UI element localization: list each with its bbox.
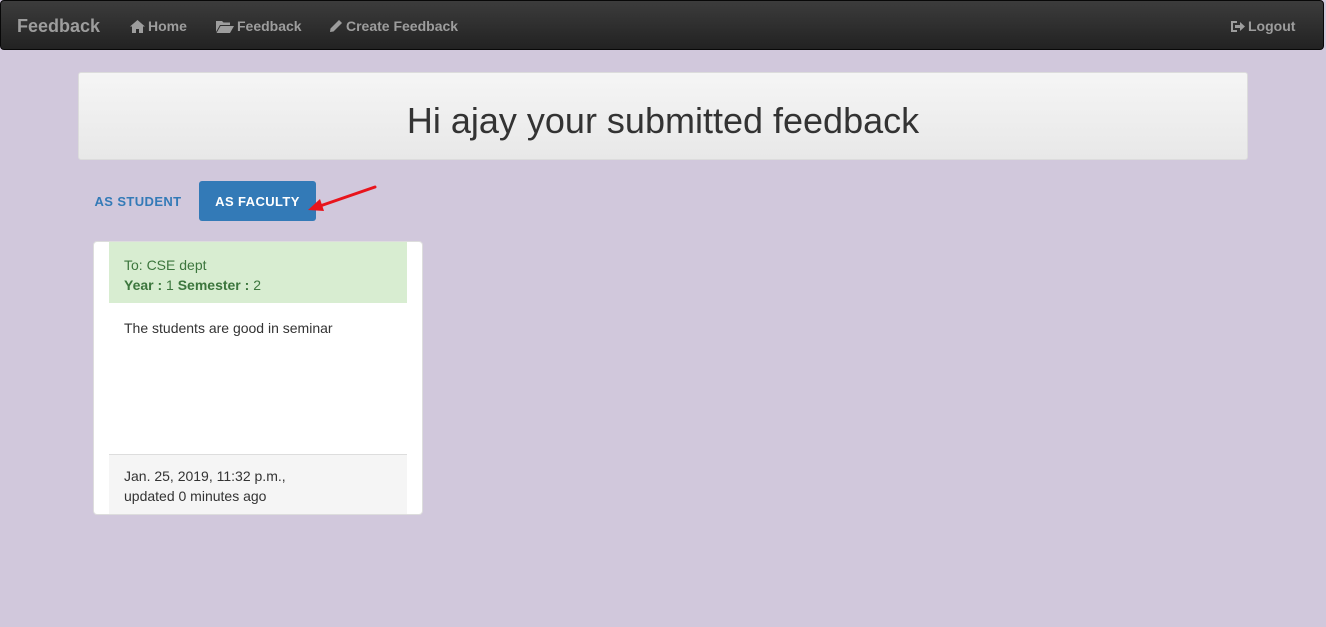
feedback-card-footer: Jan. 25, 2019, 11:32 p.m., updated 0 min… bbox=[109, 454, 407, 514]
year-label: Year : bbox=[124, 277, 163, 293]
feedback-card-header: To: CSE dept Year : 1 Semester : 2 bbox=[109, 242, 407, 303]
nav-feedback-label: Feedback bbox=[237, 18, 302, 34]
nav-create-feedback-label: Create Feedback bbox=[346, 18, 459, 34]
nav-home[interactable]: Home bbox=[130, 18, 187, 34]
feedback-recipient: To: CSE dept bbox=[124, 257, 207, 273]
semester-value: 2 bbox=[249, 277, 261, 293]
home-icon bbox=[130, 19, 145, 33]
page-header: Hi ajay your submitted feedback bbox=[78, 72, 1248, 160]
feedback-year-semester: Year : 1 Semester : 2 bbox=[124, 275, 392, 295]
feedback-updated: updated 0 minutes ago bbox=[124, 488, 267, 504]
nav-feedback[interactable]: Feedback bbox=[216, 18, 302, 34]
nav-logout-label: Logout bbox=[1248, 18, 1296, 34]
logout-icon bbox=[1231, 20, 1245, 32]
pencil-icon bbox=[330, 20, 342, 32]
navbar: Feedback Home Feedback Create Feedback L… bbox=[0, 0, 1324, 50]
tab-as-student[interactable]: AS STUDENT bbox=[82, 181, 194, 221]
annotation-arrow-icon bbox=[308, 185, 377, 211]
nav-logout[interactable]: Logout bbox=[1230, 18, 1295, 34]
nav-home-label: Home bbox=[148, 18, 187, 34]
folder-open-icon bbox=[216, 20, 234, 33]
nav-create-feedback[interactable]: Create Feedback bbox=[329, 18, 458, 34]
feedback-card: To: CSE dept Year : 1 Semester : 2 The s… bbox=[93, 241, 423, 515]
feedback-date: Jan. 25, 2019, 11:32 p.m., bbox=[124, 468, 286, 484]
semester-label: Semester : bbox=[177, 277, 250, 293]
year-value: 1 bbox=[162, 277, 178, 293]
feedback-message: The students are good in seminar bbox=[124, 320, 333, 336]
page-title: Hi ajay your submitted feedback bbox=[406, 100, 920, 141]
brand-link[interactable]: Feedback bbox=[17, 16, 100, 37]
tab-as-faculty[interactable]: AS FACULTY bbox=[199, 181, 316, 221]
